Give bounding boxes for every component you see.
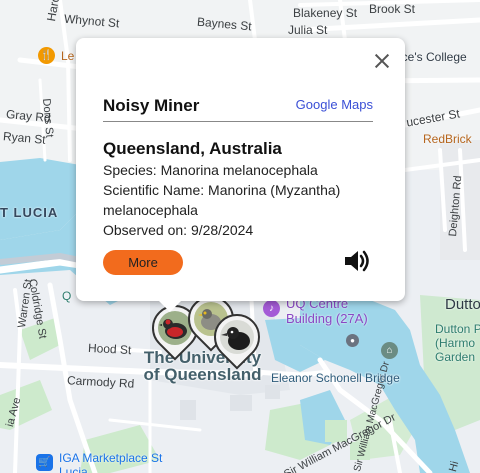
colleges-label[interactable]: nce's College — [395, 50, 467, 64]
landmark-icon[interactable]: ● — [346, 334, 359, 347]
google-maps-link[interactable]: Google Maps — [296, 97, 373, 112]
info-window: Noisy Miner Google Maps Queensland, Aust… — [76, 38, 405, 312]
building-icon[interactable]: ♪ — [263, 300, 280, 317]
dutton-park-label[interactable]: Dutton P (Harmo Garden — [435, 322, 480, 364]
species-line: Species: Manorina melanocephala — [103, 162, 318, 178]
speaker-icon[interactable] — [342, 246, 372, 276]
iga-label[interactable]: IGA Marketplace St Lucia — [59, 451, 169, 473]
scientific-name-line: Scientific Name: Manorina (Myzantha) mel… — [103, 182, 341, 218]
park-icon[interactable]: ⌂ — [381, 342, 398, 359]
location-title: Queensland, Australia — [103, 139, 282, 158]
q-park-label[interactable]: Q — [62, 289, 71, 303]
info-header: Noisy Miner Google Maps — [103, 96, 373, 122]
street-label-brook: Brook St — [369, 2, 416, 16]
observed-line: Observed on: 9/28/2024 — [103, 222, 254, 238]
marker-crow[interactable] — [204, 304, 270, 374]
more-button[interactable]: More — [103, 250, 183, 275]
crow-bird-icon — [220, 320, 254, 354]
bridge-label: Eleanor Schonell Bridge — [271, 371, 400, 385]
suburb-label-st-lucia: T LUCIA — [0, 205, 59, 220]
close-icon[interactable] — [373, 52, 391, 70]
street-label-julia: Julia St — [288, 23, 328, 37]
redbrick-label[interactable]: RedBrick — [423, 132, 472, 146]
street-label-hood: Hood St — [87, 340, 132, 358]
restaurant-label[interactable]: Le — [61, 49, 74, 63]
shopping-cart-icon[interactable]: 🛒 — [36, 454, 53, 471]
restaurant-icon[interactable]: 🍴 — [38, 47, 55, 64]
bird-name: Noisy Miner — [103, 96, 200, 115]
street-label-blakeney: Blakeney St — [293, 6, 358, 20]
suburb-label-dutton: Dutto — [445, 296, 480, 313]
info-details: Species: Manorina melanocephala Scientif… — [103, 160, 373, 240]
